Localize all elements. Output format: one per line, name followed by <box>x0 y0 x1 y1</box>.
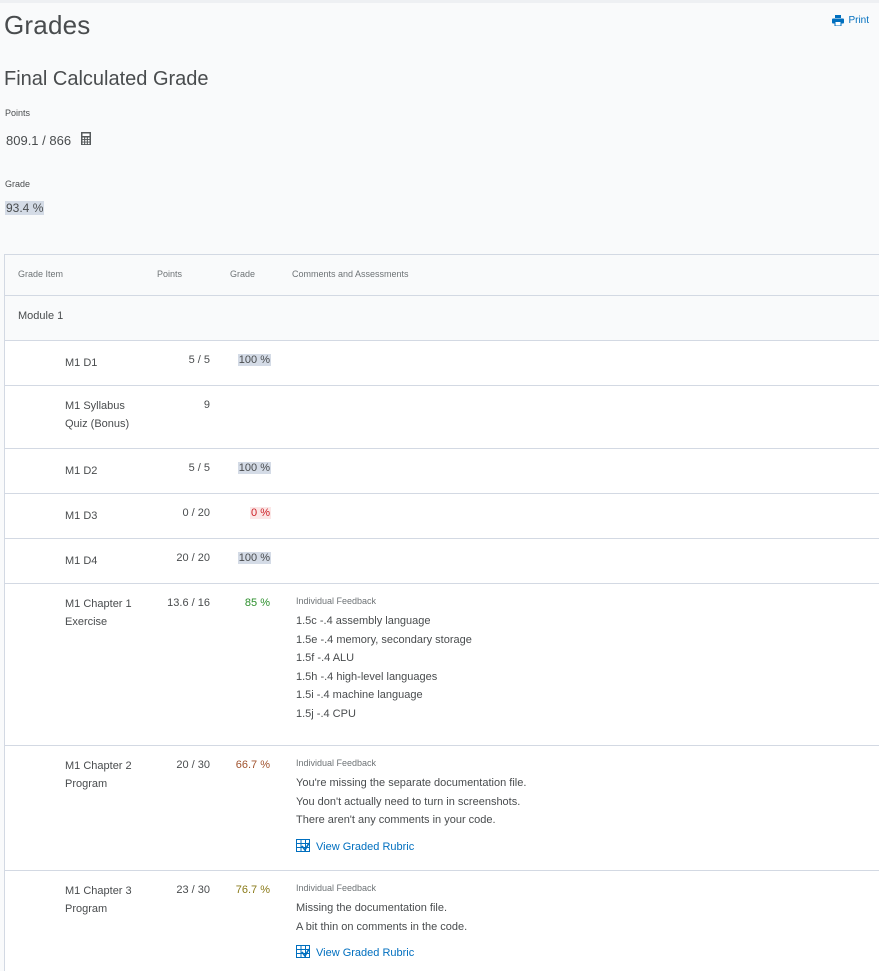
category-label: Module 1 <box>18 310 64 322</box>
grade-item-grade: 100 % <box>237 354 271 366</box>
grade-label: Grade <box>5 179 31 189</box>
final-grade-value: 93.4 % <box>5 201 45 215</box>
feedback-line: 1.5j -.4 CPU <box>296 707 356 720</box>
printer-icon <box>832 15 845 26</box>
table-row: M1 D2 5 / 5 100 % <box>5 449 879 494</box>
category-row: Module 1 <box>5 296 879 341</box>
view-rubric-label[interactable]: View Graded Rubric <box>316 947 414 959</box>
print-button[interactable]: Print <box>832 15 869 26</box>
header-grade[interactable]: Grade <box>230 269 255 279</box>
final-grade-title: Final Calculated Grade <box>4 68 209 90</box>
header-points[interactable]: Points <box>157 269 182 279</box>
grade-item-points: 5 / 5 <box>188 462 210 474</box>
grade-item-grade: 0 % <box>250 507 271 519</box>
feedback-line: There aren't any comments in your code. <box>296 814 496 826</box>
grade-item-name: M1 D1 <box>65 357 98 369</box>
points-label: Points <box>5 108 31 118</box>
table-row: M1 D3 0 / 20 0 % <box>5 494 879 539</box>
grade-item-points: 13.6 / 16 <box>167 597 210 609</box>
feedback-label: Individual Feedback <box>296 758 377 768</box>
grade-item-points: 5 / 5 <box>188 354 210 366</box>
grade-item-name: M1 Chapter 2 Program <box>65 760 132 790</box>
feedback-line: Missing the documentation file. <box>296 902 448 914</box>
view-rubric-label[interactable]: View Graded Rubric <box>316 841 414 853</box>
table-row: M1 Chapter 1 Exercise 13.6 / 16 85 % Ind… <box>5 584 879 746</box>
table-header: Grade Item Points Grade Comments and Ass… <box>5 255 879 296</box>
grade-item-points: 0 / 20 <box>182 507 210 519</box>
grade-item-name: M1 Chapter 1 Exercise <box>65 598 132 628</box>
grade-item-name: M1 Chapter 3 Program <box>65 885 132 915</box>
rubric-icon <box>296 945 310 961</box>
grades-page: Grades Print Final Calculated Grade Poin… <box>0 0 879 971</box>
grade-item-name: M1 Syllabus Quiz (Bonus) <box>65 400 130 430</box>
feedback-label: Individual Feedback <box>296 883 377 893</box>
grade-item-points: 20 / 30 <box>176 759 210 771</box>
grade-item-grade: 100 % <box>237 552 271 564</box>
feedback-line: You're missing the separate documentatio… <box>296 777 527 789</box>
grades-table: Grade Item Points Grade Comments and Ass… <box>4 254 879 971</box>
grade-item-name: M1 D2 <box>65 465 98 477</box>
header-comments: Comments and Assessments <box>292 269 409 279</box>
grade-item-points: 9 <box>203 399 210 411</box>
feedback-block: Individual Feedback You're missing the s… <box>296 758 526 855</box>
grade-item-name: M1 D3 <box>65 510 98 522</box>
grade-item-name: M1 D4 <box>65 555 98 567</box>
feedback-line: 1.5e -.4 memory, secondary storage <box>296 633 472 646</box>
table-row: M1 Syllabus Quiz (Bonus) 9 <box>5 386 879 449</box>
table-row: M1 Chapter 2 Program 20 / 30 66.7 % Indi… <box>5 746 879 871</box>
feedback-line: A bit thin on comments in the code. <box>296 920 468 933</box>
feedback-label: Individual Feedback <box>296 596 377 606</box>
view-rubric-link[interactable]: View Graded Rubric <box>296 838 526 855</box>
final-points-value: 809.1 / 866 <box>6 132 72 148</box>
view-rubric-link[interactable]: View Graded Rubric <box>296 945 467 961</box>
calculator-icon[interactable] <box>81 132 92 148</box>
table-row: M1 D4 20 / 20 100 % <box>5 539 879 584</box>
grade-item-grade: 66.7 % <box>235 759 270 771</box>
feedback-block: Individual Feedback 1.5c -.4 assembly la… <box>296 596 472 723</box>
feedback-line: 1.5f -.4 ALU <box>296 652 355 664</box>
table-row: M1 Chapter 3 Program 23 / 30 76.7 % Indi… <box>5 871 879 971</box>
feedback-line: 1.5c -.4 assembly language <box>296 615 431 627</box>
top-divider <box>0 0 879 3</box>
table-row: M1 D1 5 / 5 100 % <box>5 341 879 386</box>
grade-item-grade: 76.7 % <box>235 884 270 896</box>
grade-item-points: 20 / 20 <box>176 552 210 564</box>
grade-item-grade: 100 % <box>237 462 271 474</box>
feedback-line: You don't actually need to turn in scree… <box>296 795 521 808</box>
print-label: Print <box>848 15 869 26</box>
grade-item-points: 23 / 30 <box>176 884 210 896</box>
final-points: 809.1 / 866 <box>6 132 92 148</box>
feedback-block: Individual Feedback Missing the document… <box>296 883 467 961</box>
page-title: Grades <box>4 10 91 40</box>
rubric-icon <box>296 838 310 855</box>
feedback-line: 1.5i -.4 machine language <box>296 689 423 701</box>
grade-item-grade: 85 % <box>244 597 270 609</box>
header-grade-item[interactable]: Grade Item <box>18 269 63 279</box>
feedback-line: 1.5h -.4 high-level languages <box>296 670 438 683</box>
